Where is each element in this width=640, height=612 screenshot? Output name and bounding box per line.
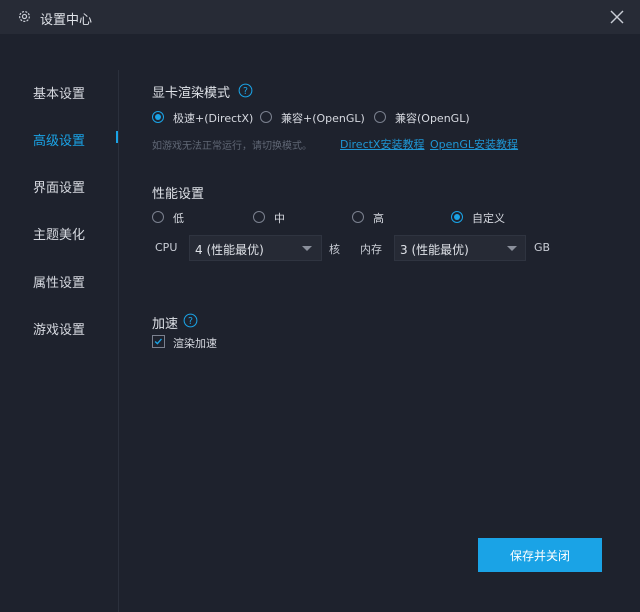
render-accel-label: 渲染加速: [173, 337, 217, 350]
cpu-label: CPU: [155, 241, 178, 254]
radio-perf-custom-label: 自定义: [472, 212, 505, 225]
render-mode-title: 显卡渲染模式: [152, 86, 231, 101]
sidebar-item-basic[interactable]: 基本设置: [33, 83, 85, 102]
sidebar-item-advanced[interactable]: 高级设置: [33, 130, 85, 149]
gear-icon: [19, 11, 30, 22]
render-accel-checkbox[interactable]: [152, 335, 165, 348]
directx-tutorial-link[interactable]: DirectX安装教程: [340, 136, 424, 152]
cpu-select[interactable]: 4 (性能最优): [189, 235, 322, 261]
radio-opengl[interactable]: [374, 111, 386, 123]
radio-perf-high[interactable]: [352, 211, 364, 223]
window-title: 设置中心: [40, 13, 93, 28]
help-icon[interactable]: ?: [238, 83, 253, 98]
settings-window: 设置中心 基本设置 高级设置 界面设置 主题美化 属性设置 游戏设置 显卡渲染模…: [0, 0, 640, 612]
radio-opengl-plus-label: 兼容+(OpenGL): [281, 112, 365, 125]
sidebar-item-properties[interactable]: 属性设置: [33, 272, 85, 291]
svg-text:?: ?: [243, 86, 248, 97]
memory-unit: GB: [534, 241, 551, 254]
radio-perf-low[interactable]: [152, 211, 164, 223]
opengl-tutorial-link[interactable]: OpenGL安装教程: [430, 136, 518, 152]
sidebar-item-theme[interactable]: 主题美化: [33, 224, 85, 243]
performance-title: 性能设置: [152, 187, 205, 202]
render-mode-hint: 如游戏无法正常运行，请切换模式。: [152, 141, 312, 152]
sidebar-item-game[interactable]: 游戏设置: [33, 319, 85, 338]
radio-perf-medium[interactable]: [253, 211, 265, 223]
radio-perf-low-label: 低: [173, 212, 184, 225]
radio-directx-fast[interactable]: [152, 111, 164, 123]
acceleration-title: 加速: [152, 317, 179, 332]
cpu-select-value: 4 (性能最优): [195, 243, 264, 257]
memory-label: 内存: [360, 243, 382, 256]
title-bar: 设置中心: [0, 0, 640, 34]
save-and-close-button[interactable]: 保存并关闭: [478, 538, 602, 572]
sidebar-divider: [118, 70, 119, 612]
checkmark-icon: [154, 338, 162, 345]
cpu-unit: 核: [329, 243, 340, 256]
memory-select-value: 3 (性能最优): [400, 243, 469, 257]
close-icon[interactable]: [608, 8, 626, 26]
svg-text:?: ?: [188, 316, 193, 327]
chevron-down-icon: [507, 246, 517, 251]
radio-opengl-label: 兼容(OpenGL): [395, 112, 470, 125]
radio-directx-fast-label: 极速+(DirectX): [173, 112, 254, 125]
radio-opengl-plus[interactable]: [260, 111, 272, 123]
chevron-down-icon: [302, 246, 312, 251]
active-nav-indicator: [116, 131, 118, 143]
radio-perf-medium-label: 中: [274, 212, 285, 225]
sidebar-item-interface[interactable]: 界面设置: [33, 177, 85, 196]
radio-perf-high-label: 高: [373, 212, 384, 225]
memory-select[interactable]: 3 (性能最优): [394, 235, 526, 261]
radio-perf-custom[interactable]: [451, 211, 463, 223]
help-icon[interactable]: ?: [183, 313, 198, 328]
